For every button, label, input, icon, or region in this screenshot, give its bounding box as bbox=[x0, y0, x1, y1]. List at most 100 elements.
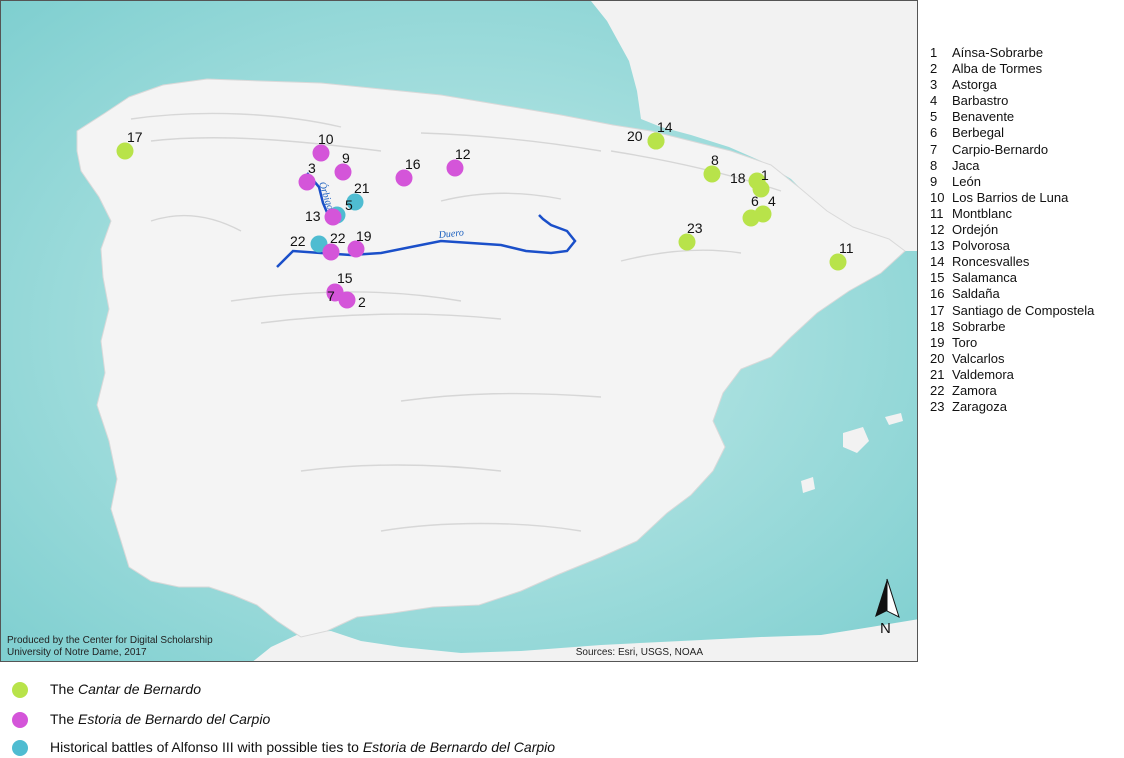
marker-label: 1 bbox=[761, 167, 769, 183]
place-index-list: 1 Aínsa-Sobrarbe 2 Alba de Tormes 3 Astorga 4 B… bbox=[930, 45, 1094, 415]
place-name: Ordejón bbox=[952, 222, 999, 238]
credit-line-2: University of Notre Dame, 2017 bbox=[7, 647, 147, 658]
place-number: 15 bbox=[930, 270, 945, 286]
place-name: León bbox=[952, 173, 981, 189]
marker-label: 22 bbox=[290, 233, 306, 249]
place-list-item: 4 Barbastro bbox=[930, 93, 1094, 109]
place-name: Montblanc bbox=[952, 205, 1012, 221]
marker-estoria-9[interactable] bbox=[334, 163, 352, 181]
marker-cantar-14[interactable] bbox=[647, 132, 665, 150]
place-list-item: 20 Valcarlos bbox=[930, 351, 1094, 367]
place-list-item: 12 Ordejón bbox=[930, 222, 1094, 238]
place-number: 18 bbox=[930, 318, 945, 334]
place-number: 22 bbox=[930, 382, 945, 398]
marker-estoria-2[interactable] bbox=[338, 291, 356, 309]
map-canvas[interactable]: Duero Órbigo 17 1093 16122151322 22 19157 220… bbox=[1, 1, 918, 662]
marker-label: 15 bbox=[337, 270, 353, 286]
place-list-item: 2 Alba de Tormes bbox=[930, 61, 1094, 77]
place-name: Sobrarbe bbox=[952, 318, 1006, 334]
marker-cantar-11[interactable] bbox=[829, 253, 847, 271]
marker-label: 20 bbox=[627, 128, 643, 144]
marker-cantar-23[interactable] bbox=[678, 233, 696, 251]
marker-label: 21 bbox=[354, 180, 370, 196]
marker-label: 5 bbox=[345, 197, 353, 213]
place-list-item: 9 León bbox=[930, 174, 1094, 190]
marker-label: 2 bbox=[358, 294, 366, 310]
place-number: 16 bbox=[930, 286, 945, 302]
place-list-item: 7 Carpio-Bernardo bbox=[930, 142, 1094, 158]
place-number: 6 bbox=[930, 125, 938, 141]
place-number: 3 bbox=[930, 77, 938, 93]
place-name: Benavente bbox=[952, 109, 1015, 125]
marker-estoria-12[interactable] bbox=[446, 159, 464, 177]
place-number: 11 bbox=[930, 205, 944, 221]
marker-label: 7 bbox=[327, 288, 335, 304]
credit-line-1: Produced by the Center for Digital Schol… bbox=[7, 635, 213, 646]
place-name: Barbastro bbox=[952, 93, 1009, 109]
legend-dot-icon bbox=[12, 682, 28, 698]
marker-label: 8 bbox=[711, 152, 719, 168]
marker-label: 13 bbox=[305, 208, 321, 224]
place-name: Salamanca bbox=[952, 270, 1018, 286]
marker-label: 12 bbox=[455, 146, 471, 162]
marker-estoria-22[interactable] bbox=[322, 243, 340, 261]
place-name: Aínsa-Sobrarbe bbox=[952, 45, 1044, 60]
place-name: Santiago de Compostela bbox=[952, 302, 1095, 318]
marker-label: 9 bbox=[342, 150, 350, 166]
marker-label: 19 bbox=[356, 228, 372, 244]
legend-label: The Cantar de Bernardo bbox=[50, 681, 201, 697]
marker-label: 17 bbox=[127, 129, 143, 145]
place-name: Toro bbox=[952, 334, 978, 350]
place-name: Valcarlos bbox=[952, 350, 1005, 366]
place-number: 5 bbox=[930, 109, 938, 125]
place-number: 10 bbox=[930, 189, 945, 205]
place-name: Berbegal bbox=[952, 125, 1005, 141]
sources-credit: Sources: Esri, USGS, NOAA bbox=[575, 647, 703, 658]
place-number: 1 bbox=[930, 45, 938, 60]
place-list-item: 18 Sobrarbe bbox=[930, 319, 1094, 335]
marker-label: 6 bbox=[751, 193, 759, 209]
north-label: N bbox=[880, 620, 891, 637]
place-list-item: 6 Berbegal bbox=[930, 125, 1094, 141]
place-number: 20 bbox=[930, 350, 945, 366]
place-number: 7 bbox=[930, 141, 938, 157]
place-number: 19 bbox=[930, 334, 945, 350]
place-list-item: 1 Aínsa-Sobrarbe bbox=[930, 45, 1094, 61]
place-list-item: 13 Polvorosa bbox=[930, 238, 1094, 254]
legend-dot-icon bbox=[12, 740, 28, 756]
place-list-item: 21 Valdemora bbox=[930, 367, 1094, 383]
place-name: Valdemora bbox=[952, 366, 1014, 382]
place-list-item: 14 Roncesvalles bbox=[930, 254, 1094, 270]
legend-label: The Estoria de Bernardo del Carpio bbox=[50, 711, 271, 727]
marker-label: 3 bbox=[308, 160, 316, 176]
map-frame[interactable]: Duero Órbigo 17 10 9 3 16 12 21 5 13 22 22 19 15 7 2 20… bbox=[0, 0, 918, 662]
place-name: Alba de Tormes bbox=[952, 61, 1043, 77]
place-list-item: 23 Zaragoza bbox=[930, 399, 1094, 415]
place-number: 21 bbox=[930, 366, 945, 382]
place-name: Zaragoza bbox=[952, 399, 1007, 415]
marker-estoria-3[interactable] bbox=[298, 173, 316, 191]
marker-estoria-13[interactable] bbox=[324, 208, 342, 226]
marker-label: 10 bbox=[318, 131, 334, 147]
place-name: Astorga bbox=[952, 77, 997, 93]
place-list-item: 22 Zamora bbox=[930, 383, 1094, 399]
place-list-item: 17 Santiago de Compostela bbox=[930, 303, 1094, 319]
marker-cantar-17[interactable] bbox=[116, 142, 134, 160]
place-number: 14 bbox=[930, 254, 945, 270]
marker-estoria-16[interactable] bbox=[395, 169, 413, 187]
place-name: Zamora bbox=[952, 382, 997, 398]
place-name: Jaca bbox=[952, 157, 980, 173]
place-name: Polvorosa bbox=[952, 238, 1010, 254]
place-number: 2 bbox=[930, 61, 938, 77]
place-list-item: 5 Benavente bbox=[930, 109, 1094, 125]
place-number: 9 bbox=[930, 173, 938, 189]
place-number: 8 bbox=[930, 157, 938, 173]
place-list-item: 11 Montblanc bbox=[930, 206, 1094, 222]
marker-estoria-10[interactable] bbox=[312, 144, 330, 162]
marker-cantar-8[interactable] bbox=[703, 165, 721, 183]
place-number: 4 bbox=[930, 93, 938, 109]
north-arrow-icon: N bbox=[869, 577, 905, 637]
place-number: 12 bbox=[930, 222, 945, 238]
place-name: Los Barrios de Luna bbox=[952, 189, 1069, 205]
marker-label: 18 bbox=[730, 170, 746, 186]
